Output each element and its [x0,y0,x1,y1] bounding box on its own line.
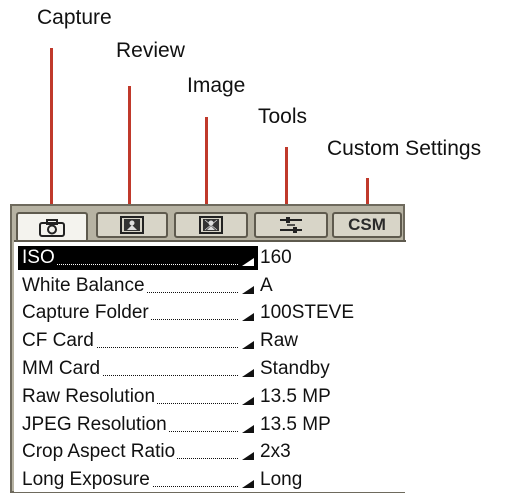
menu-row-value: A [260,274,273,296]
menu-row-iso[interactable]: ISO 160 [18,244,406,272]
callout-capture: Capture [37,6,112,29]
callout-custom-settings: Custom Settings [327,137,482,160]
menu-row-value: 2x3 [260,441,291,463]
menu-row-value: 13.5 MP [260,385,331,407]
menu-row-crop-aspect-ratio[interactable]: Crop Aspect Ratio 2x3 [18,439,406,467]
leader-line-tools [285,147,288,208]
tab-csm-label: CSM [348,215,386,234]
submenu-arrow-icon [242,452,254,461]
tab-bar: CSM [14,208,402,242]
menu-row-value: 100STEVE [260,302,354,324]
menu-row-white-balance[interactable]: White Balance A [18,272,406,300]
tools-icon [280,217,302,233]
tab-tools[interactable] [254,212,328,238]
menu-row-label: JPEG Resolution [22,413,169,436]
submenu-arrow-icon [242,313,254,322]
menu-row-cf-card[interactable]: CF Card Raw [18,327,406,355]
tab-review[interactable] [96,212,168,238]
submenu-arrow-icon [242,480,254,489]
submenu-arrow-icon [242,424,254,433]
menu-list: ISO 160 White Balance A Capture Folder 1… [18,244,406,494]
submenu-arrow-icon [242,396,254,405]
menu-row-label: MM Card [22,358,103,381]
menu-row-value: Raw [260,330,299,352]
menu-row-label: CF Card [22,330,96,353]
submenu-arrow-icon [242,341,254,350]
camera-menu-screen: CSM ISO 160 White Balance A Capture Fold… [10,204,406,493]
callout-image: Image [187,74,246,97]
submenu-arrow-icon [242,285,254,294]
tab-image[interactable] [174,212,248,238]
leader-line-capture [50,48,53,208]
submenu-arrow-icon [242,257,254,266]
callout-review: Review [116,39,185,62]
menu-row-label: Raw Resolution [22,385,158,408]
menu-row-value: 13.5 MP [260,413,331,435]
menu-row-value: Standby [260,358,330,380]
menu-row-long-exposure[interactable]: Long Exposure Long [18,466,406,494]
menu-row-label: Crop Aspect Ratio [22,441,178,464]
menu-row-jpeg-resolution[interactable]: JPEG Resolution 13.5 MP [18,411,406,439]
tab-csm[interactable]: CSM [332,212,402,238]
menu-row-label: Capture Folder [22,302,151,325]
camera-icon [39,219,65,237]
callout-tools: Tools [258,105,308,128]
menu-row-label: White Balance [22,274,147,297]
menu-row-value: 160 [260,246,292,268]
menu-row-capture-folder[interactable]: Capture Folder 100STEVE [18,300,406,328]
menu-row-mm-card[interactable]: MM Card Standby [18,355,406,383]
tab-capture[interactable] [16,212,88,242]
menu-row-label: Long Exposure [22,469,152,492]
image-icon [199,216,223,234]
review-icon [120,216,144,234]
leader-line-review [128,86,131,208]
menu-row-value: Long [260,469,303,491]
menu-row-raw-resolution[interactable]: Raw Resolution 13.5 MP [18,383,406,411]
leader-line-image [205,117,208,208]
submenu-arrow-icon [242,369,254,378]
capture-menu-panel: ISO 160 White Balance A Capture Folder 1… [14,240,406,492]
menu-row-label: ISO [22,246,57,269]
